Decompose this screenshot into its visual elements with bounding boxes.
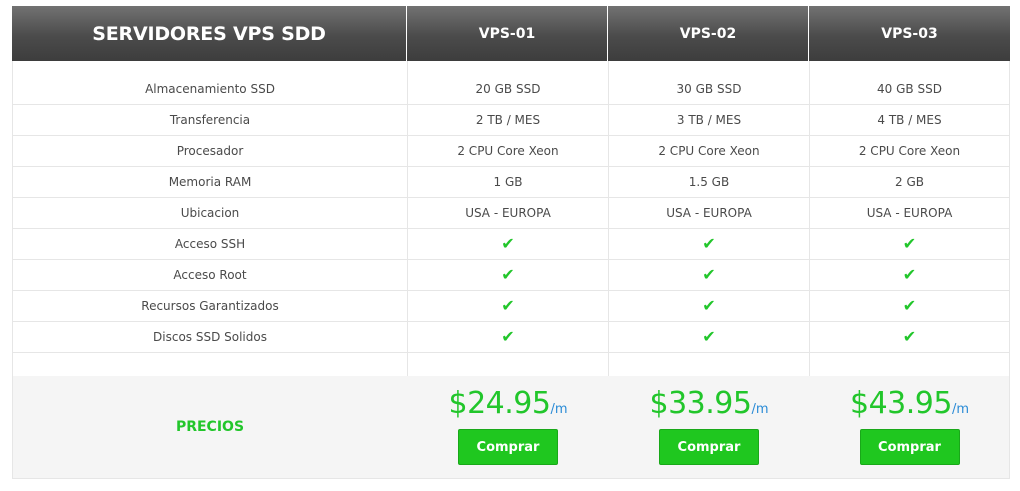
price-column-vps-02: $33.95/m Comprar — [609, 376, 809, 478]
price-amount: $43.95 — [849, 386, 952, 421]
price-period: /m — [751, 402, 769, 417]
check-icon: ✔ — [702, 296, 716, 315]
buy-button-vps-03[interactable]: Comprar — [859, 429, 960, 465]
price: $33.95/m — [609, 386, 809, 421]
check-icon: ✔ — [702, 327, 716, 346]
check-icon: ✔ — [902, 265, 917, 284]
feature-label: Procesador — [176, 144, 244, 158]
feature-value: 3 TB / MES — [676, 113, 742, 127]
feature-value: USA - EUROPA — [666, 206, 752, 220]
feature-value: 2 CPU Core Xeon — [658, 144, 760, 158]
feature-label: Transferencia — [169, 113, 251, 127]
check-icon: ✔ — [702, 234, 716, 253]
feature-row-root: Acceso Root ✔ ✔ ✔ — [13, 260, 1009, 291]
feature-value: USA - EUROPA — [866, 206, 953, 220]
price-period: /m — [550, 402, 568, 417]
check-icon: ✔ — [501, 265, 515, 284]
feature-value: 1.5 GB — [688, 175, 730, 189]
feature-label: Acceso SSH — [174, 237, 246, 251]
buy-button-vps-01[interactable]: Comprar — [458, 429, 558, 465]
feature-label: Recursos Garantizados — [141, 299, 279, 313]
price-period: /m — [951, 402, 970, 417]
feature-value: 1 GB — [493, 175, 523, 189]
feature-row-transfer: Transferencia 2 TB / MES 3 TB / MES 4 TB… — [13, 105, 1009, 136]
price: $43.95/m — [810, 386, 1009, 421]
price-amount: $33.95 — [649, 386, 752, 421]
feature-value: 2 TB / MES — [475, 113, 541, 127]
check-icon: ✔ — [902, 327, 917, 346]
feature-row-ram: Memoria RAM 1 GB 1.5 GB 2 GB — [13, 167, 1009, 198]
feature-label: Discos SSD Solidos — [153, 330, 267, 344]
prices-label: PRECIOS — [175, 419, 245, 435]
feature-value: 20 GB SSD — [475, 82, 541, 96]
check-icon: ✔ — [501, 327, 515, 346]
feature-value: USA - EUROPA — [465, 206, 551, 220]
feature-value: 2 CPU Core Xeon — [457, 144, 559, 158]
feature-row-processor: Procesador 2 CPU Core Xeon 2 CPU Core Xe… — [13, 136, 1009, 167]
feature-value: 2 CPU Core Xeon — [858, 144, 961, 158]
table-title: SERVIDORES VPS SDD — [12, 6, 406, 61]
feature-row-resources: Recursos Garantizados ✔ ✔ ✔ — [13, 291, 1009, 322]
table-body: Almacenamiento SSD 20 GB SSD 30 GB SSD 4… — [12, 61, 1010, 479]
check-icon: ✔ — [501, 296, 515, 315]
plan-header-vps-01: VPS-01 — [407, 6, 607, 61]
feature-value: 4 TB / MES — [877, 113, 942, 127]
feature-label: Acceso Root — [173, 268, 247, 282]
check-icon: ✔ — [902, 296, 917, 315]
feature-value: 2 GB — [895, 175, 924, 189]
check-icon: ✔ — [501, 234, 515, 253]
feature-label: Memoria RAM — [168, 175, 252, 189]
plan-header-vps-03: VPS-03 — [809, 6, 1010, 61]
buy-button-vps-02[interactable]: Comprar — [659, 429, 759, 465]
pricing-table: SERVIDORES VPS SDD VPS-01 VPS-02 VPS-03 … — [12, 6, 1010, 479]
feature-label: Ubicacion — [180, 206, 240, 220]
feature-row-ssh: Acceso SSH ✔ ✔ ✔ — [13, 229, 1009, 260]
feature-row-storage: Almacenamiento SSD 20 GB SSD 30 GB SSD 4… — [13, 74, 1009, 105]
pricing-row: PRECIOS $24.95/m Comprar $33.95/m Compra… — [13, 376, 1009, 478]
feature-value: 30 GB SSD — [676, 82, 742, 96]
price-amount: $24.95 — [448, 386, 551, 421]
price-column-vps-03: $43.95/m Comprar — [810, 376, 1009, 478]
feature-row-ssd-disks: Discos SSD Solidos ✔ ✔ ✔ — [13, 322, 1009, 353]
feature-label: Almacenamiento SSD — [145, 82, 275, 96]
feature-row-location: Ubicacion USA - EUROPA USA - EUROPA USA … — [13, 198, 1009, 229]
feature-value: 40 GB SSD — [877, 82, 942, 96]
price-column-vps-01: $24.95/m Comprar — [408, 376, 608, 478]
check-icon: ✔ — [702, 265, 716, 284]
check-icon: ✔ — [902, 234, 917, 253]
price: $24.95/m — [408, 386, 608, 421]
plan-header-vps-02: VPS-02 — [608, 6, 808, 61]
